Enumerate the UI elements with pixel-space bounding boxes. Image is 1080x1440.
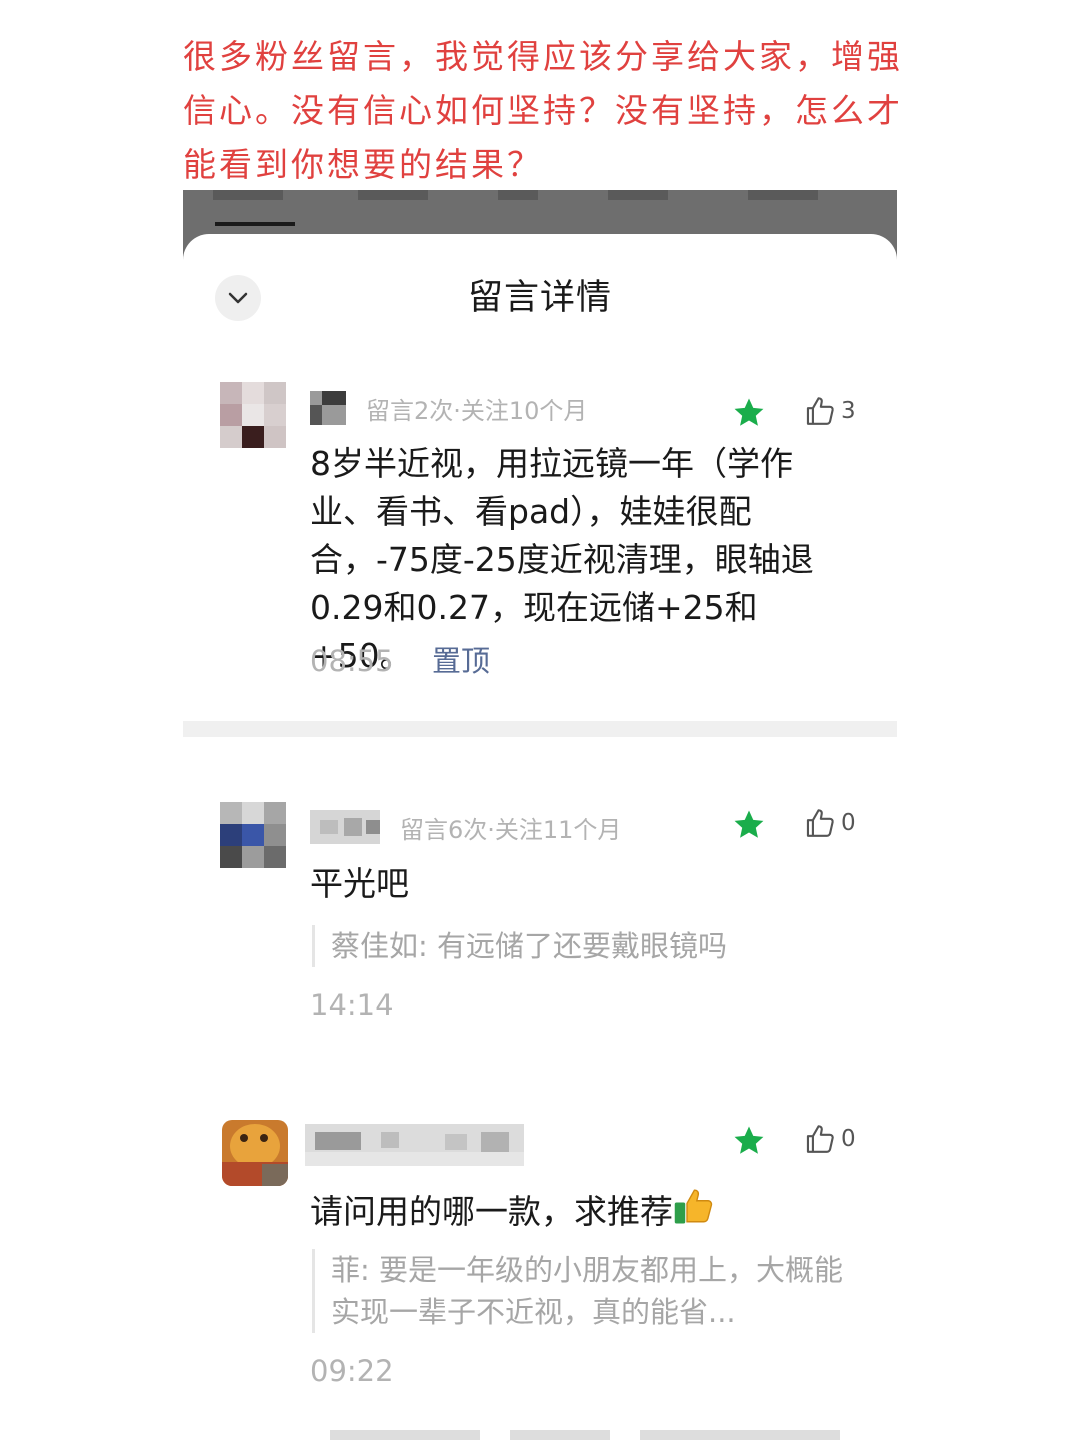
- comment-time: 14:14: [310, 988, 394, 1022]
- nickname-blurred: [310, 391, 346, 425]
- star-icon[interactable]: [732, 1124, 766, 1158]
- next-comment-cutoff: [640, 1430, 840, 1440]
- avatar[interactable]: [220, 802, 286, 868]
- background-tab-faint: [498, 190, 538, 200]
- avatar[interactable]: [222, 1120, 288, 1186]
- reply-quote: 蔡佳如: 有远储了还要戴眼镜吗: [312, 925, 831, 967]
- background-tab-underline: [215, 222, 295, 226]
- background-tab-faint: [748, 190, 818, 200]
- background-tab-faint: [608, 190, 668, 200]
- thumbs-up-icon: [806, 809, 834, 837]
- next-comment-cutoff: [510, 1430, 610, 1440]
- headline-text: 很多粉丝留言，我觉得应该分享给大家，增强信心。没有信心如何坚持？没有坚持，怎么才…: [183, 37, 903, 184]
- sheet-title: 留言详情: [467, 278, 612, 318]
- star-icon[interactable]: [732, 396, 766, 430]
- comment-time: 09:22: [310, 1354, 394, 1388]
- like-button[interactable]: 0: [803, 1122, 856, 1156]
- nickname-blurred: [310, 810, 380, 844]
- thumbs-up-icon: [806, 397, 834, 425]
- background-tab-faint: [358, 190, 428, 200]
- next-comment-cutoff: [330, 1430, 480, 1440]
- like-count: 0: [841, 1126, 856, 1152]
- comment-detail-sheet: 留言详情 留言2次·关注10个月 3 8岁半近视，用拉远镜一年（学作业、看书、看…: [183, 234, 897, 1440]
- comment-text-content: 请问用的哪一款，求推荐: [310, 1192, 673, 1231]
- background-tab-faint: [213, 190, 283, 200]
- comment-text: 平光吧: [310, 864, 409, 903]
- comment-meta: 留言2次·关注10个月: [366, 397, 588, 425]
- like-button[interactable]: 0: [803, 806, 856, 840]
- comment-meta: 留言6次·关注11个月: [400, 816, 622, 844]
- nickname-blurred: [305, 1124, 524, 1166]
- like-button[interactable]: 3: [803, 394, 856, 428]
- comment-time: 08:55: [310, 644, 394, 678]
- pin-link[interactable]: 置顶: [432, 641, 490, 681]
- avatar[interactable]: [220, 382, 286, 448]
- star-icon[interactable]: [732, 808, 766, 842]
- reply-quote: 菲: 要是一年级的小朋友都用上，大概能实现一辈子不近视，真的能省...: [312, 1249, 851, 1333]
- thumbs-up-emoji-icon: [674, 1189, 713, 1224]
- thumbs-up-icon: [806, 1125, 834, 1153]
- section-divider: [183, 721, 897, 737]
- like-count: 0: [841, 810, 856, 836]
- like-count: 3: [841, 398, 856, 424]
- comment-text: 请问用的哪一款，求推荐: [310, 1185, 715, 1236]
